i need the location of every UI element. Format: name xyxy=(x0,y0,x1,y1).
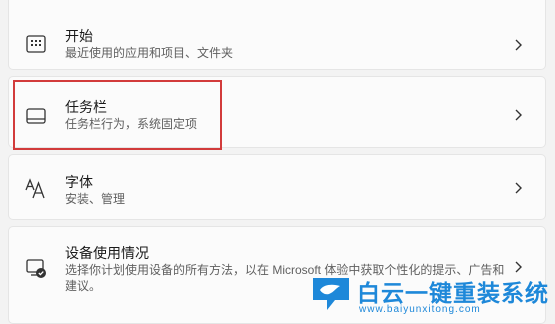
item-subtitle: 安装、管理 xyxy=(65,192,126,206)
chevron-right-icon xyxy=(515,39,522,51)
watermark-name: 白云一键重装系统 xyxy=(357,280,549,306)
item-title: 字体 xyxy=(65,174,93,190)
settings-item-fonts[interactable]: 字体 安装、管理 xyxy=(8,154,546,220)
watermark-logo: 白云一键重装系统 www.baiyunxitong.com xyxy=(309,274,549,318)
item-title: 开始 xyxy=(65,28,93,44)
fonts-icon xyxy=(25,178,45,199)
device-usage-icon xyxy=(26,259,46,278)
highlight-box xyxy=(13,80,222,150)
bird-logo-icon xyxy=(313,278,349,310)
chevron-right-icon xyxy=(515,109,522,121)
chevron-right-icon xyxy=(515,261,522,273)
watermark-url: www.baiyunxitong.com xyxy=(359,304,481,315)
chevron-right-icon xyxy=(515,182,522,194)
item-subtitle: 最近使用的应用和项目、文件夹 xyxy=(65,46,234,60)
item-title: 设备使用情况 xyxy=(65,245,149,261)
start-menu-icon xyxy=(26,35,46,53)
settings-item-start[interactable]: 开始 最近使用的应用和项目、文件夹 xyxy=(8,0,546,70)
